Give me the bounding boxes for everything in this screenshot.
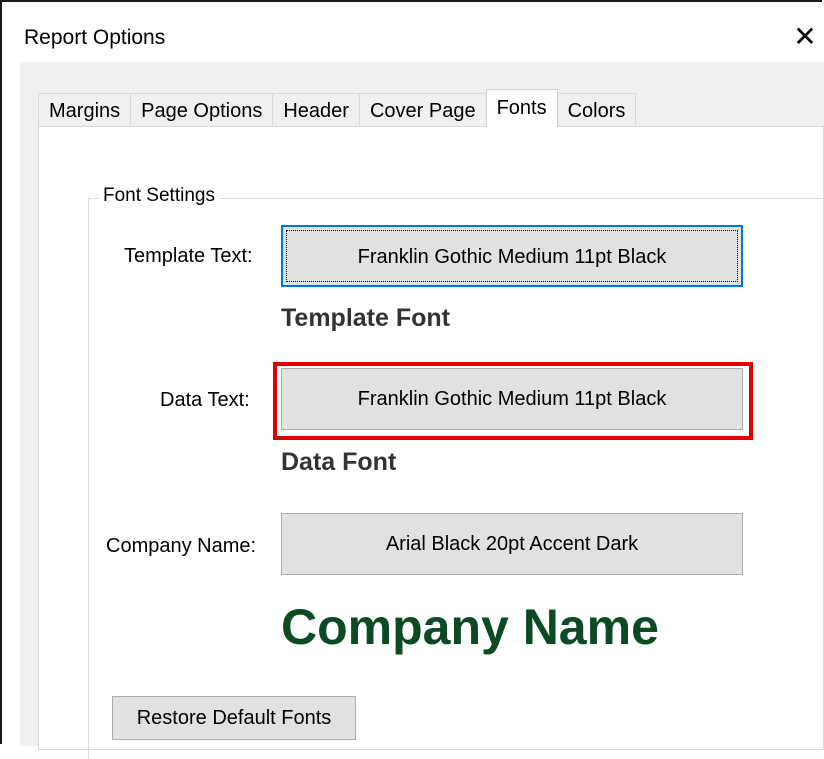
tab-page-options[interactable]: Page Options [130, 93, 274, 127]
template-font-button[interactable]: Franklin Gothic Medium 11pt Black [281, 225, 743, 287]
font-settings-legend: Font Settings [99, 185, 219, 207]
tab-strip: Margins Page Options Header Cover Page F… [38, 89, 637, 127]
tab-colors[interactable]: Colors [556, 93, 637, 127]
tab-fonts[interactable]: Fonts [485, 89, 558, 127]
report-options-window: Report Options ✕ Margins Page Options He… [0, 0, 824, 759]
data-text-label: Data Text: [160, 389, 250, 411]
template-font-preview: Template Font [281, 304, 450, 332]
company-preview-clip: Company Name [281, 598, 695, 660]
tab-margins[interactable]: Margins [38, 93, 132, 127]
data-font-preview: Data Font [281, 448, 397, 476]
company-name-label: Company Name: [106, 535, 257, 557]
tab-header[interactable]: Header [272, 93, 360, 127]
company-name-preview: Company Name [281, 599, 659, 655]
restore-default-fonts-button[interactable]: Restore Default Fonts [112, 696, 356, 740]
template-text-label: Template Text: [124, 245, 253, 267]
close-icon[interactable]: ✕ [790, 22, 820, 52]
tab-cover-page[interactable]: Cover Page [358, 93, 487, 127]
window-title: Report Options [24, 26, 166, 49]
data-font-button[interactable]: Franklin Gothic Medium 11pt Black [281, 368, 743, 430]
company-font-button[interactable]: Arial Black 20pt Accent Dark [281, 513, 743, 575]
